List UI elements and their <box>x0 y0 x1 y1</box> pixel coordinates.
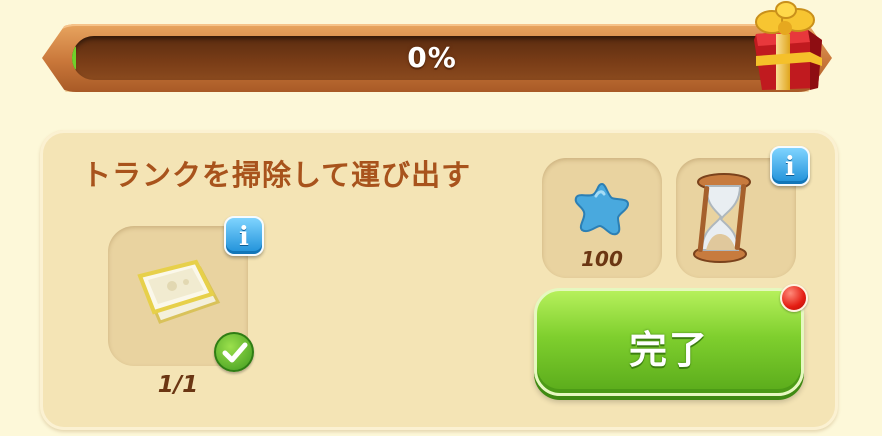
required-item-count: 1/1 <box>157 372 199 398</box>
completed-check-icon <box>214 332 254 372</box>
gift-box-icon[interactable] <box>748 0 826 92</box>
notification-dot <box>780 284 808 312</box>
progress-percent-label: 0% <box>407 41 457 74</box>
task-title: トランクを掃除して運び出す <box>82 158 472 192</box>
reward-info-button[interactable]: i <box>770 146 810 186</box>
hourglass-icon <box>693 173 751 263</box>
item-info-button[interactable]: i <box>224 216 264 256</box>
cloth-bundle-icon <box>137 259 221 324</box>
info-icon: i <box>785 152 795 182</box>
blue-star-icon <box>574 182 630 236</box>
complete-button[interactable]: 完了 <box>534 288 804 396</box>
star-reward-amount: 100 <box>581 247 623 271</box>
complete-button-label: 完了 <box>628 328 709 372</box>
info-icon: i <box>239 222 249 252</box>
